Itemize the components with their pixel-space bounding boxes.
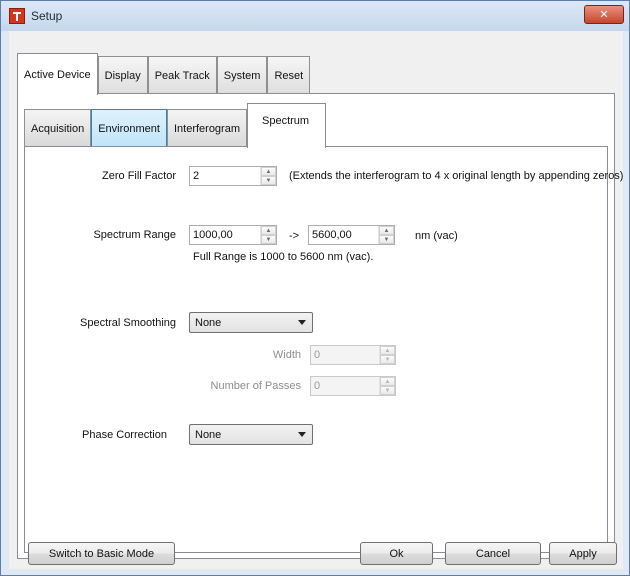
width-spin-arrows: ▲ ▼: [379, 346, 395, 364]
inner-tab-strip: Acquisition Environment Interferogram Sp…: [24, 102, 327, 148]
tab-active-device[interactable]: Active Device: [17, 53, 98, 95]
phase-correction-value: None: [195, 428, 222, 441]
zero-fill-spin-arrows: ▲ ▼: [260, 167, 276, 185]
button-label: Ok: [389, 547, 404, 560]
spectral-smoothing-label: Spectral Smoothing: [80, 317, 176, 329]
cancel-button[interactable]: Cancel: [445, 542, 541, 565]
spin-down-icon[interactable]: ▼: [380, 355, 395, 364]
zero-fill-label: Zero Fill Factor: [102, 170, 176, 182]
ok-button[interactable]: Ok: [360, 542, 433, 565]
width-stepper[interactable]: ▲ ▼: [310, 345, 396, 365]
range-unit: nm (vac): [415, 230, 458, 242]
spin-up-icon[interactable]: ▲: [380, 346, 395, 355]
spin-down-icon[interactable]: ▼: [380, 386, 395, 395]
switch-basic-mode-button[interactable]: Switch to Basic Mode: [28, 542, 175, 565]
chevron-down-icon: [298, 432, 306, 437]
tab-acquisition[interactable]: Acquisition: [24, 109, 92, 147]
range-max-input[interactable]: [309, 226, 378, 244]
tab-environment[interactable]: Environment: [91, 109, 167, 147]
tab-label: Acquisition: [31, 122, 85, 135]
spin-up-icon[interactable]: ▲: [379, 226, 394, 235]
spectral-smoothing-select[interactable]: None: [189, 312, 313, 333]
tab-label: Active Device: [24, 68, 91, 81]
tab-label: Environment: [98, 122, 160, 135]
tab-label: Peak Track: [154, 69, 210, 82]
tab-interferogram[interactable]: Interferogram: [166, 109, 247, 147]
spectral-smoothing-value: None: [195, 316, 222, 329]
range-max-spin-arrows: ▲ ▼: [378, 226, 394, 244]
app-icon: [9, 8, 25, 24]
tab-spectrum[interactable]: Spectrum: [247, 103, 327, 148]
tab-label: Spectrum: [262, 115, 310, 127]
spin-up-icon[interactable]: ▲: [261, 167, 276, 176]
tab-label: Interferogram: [173, 122, 240, 135]
zero-fill-note: (Extends the interferogram to 4 x origin…: [289, 170, 624, 182]
close-icon: ✕: [599, 9, 609, 21]
spin-down-icon[interactable]: ▼: [379, 235, 394, 244]
passes-label: Number of Passes: [210, 380, 301, 392]
spectrum-range-label: Spectrum Range: [93, 229, 176, 241]
tab-peak-track[interactable]: Peak Track: [147, 56, 217, 94]
tab-label: Reset: [274, 69, 304, 82]
tab-reset[interactable]: Reset: [267, 56, 311, 94]
tab-display[interactable]: Display: [97, 56, 148, 94]
tab-system[interactable]: System: [216, 56, 268, 94]
zero-fill-stepper[interactable]: ▲ ▼: [189, 166, 277, 186]
title-bar: Setup ✕: [1, 1, 629, 31]
spin-down-icon[interactable]: ▼: [261, 176, 276, 185]
spin-down-icon[interactable]: ▼: [261, 235, 276, 244]
passes-input[interactable]: [311, 377, 379, 395]
button-label: Apply: [569, 547, 597, 560]
passes-spin-arrows: ▲ ▼: [379, 377, 395, 395]
close-button[interactable]: ✕: [584, 5, 624, 24]
range-min-spin-arrows: ▲ ▼: [260, 226, 276, 244]
dialog-body: Active Device Display Peak Track System …: [9, 31, 623, 569]
button-label: Cancel: [475, 547, 511, 560]
range-min-input[interactable]: [190, 226, 260, 244]
width-input[interactable]: [311, 346, 379, 364]
width-label: Width: [272, 349, 301, 361]
phase-correction-select[interactable]: None: [189, 424, 313, 445]
spin-up-icon[interactable]: ▲: [261, 226, 276, 235]
passes-stepper[interactable]: ▲ ▼: [310, 376, 396, 396]
tab-label: System: [223, 69, 261, 82]
spin-up-icon[interactable]: ▲: [380, 377, 395, 386]
apply-button[interactable]: Apply: [549, 542, 617, 565]
full-range-note: Full Range is 1000 to 5600 nm (vac).: [193, 251, 374, 263]
spectrum-panel: Zero Fill Factor ▲ ▼ (Extends the interf…: [24, 146, 623, 553]
setup-window: Setup ✕ Active Device Display Peak Track…: [0, 0, 630, 576]
active-device-panel: Acquisition Environment Interferogram Sp…: [17, 93, 623, 559]
window-title: Setup: [31, 9, 63, 23]
zero-fill-input[interactable]: [190, 167, 260, 185]
chevron-down-icon: [298, 320, 306, 325]
range-arrow: ->: [289, 230, 300, 242]
button-label: Switch to Basic Mode: [48, 547, 155, 560]
range-max-stepper[interactable]: ▲ ▼: [308, 225, 395, 245]
range-min-stepper[interactable]: ▲ ▼: [189, 225, 277, 245]
outer-tab-strip: Active Device Display Peak Track System …: [17, 52, 311, 95]
tab-label: Display: [104, 69, 141, 82]
phase-correction-label: Phase Correction: [82, 429, 167, 441]
